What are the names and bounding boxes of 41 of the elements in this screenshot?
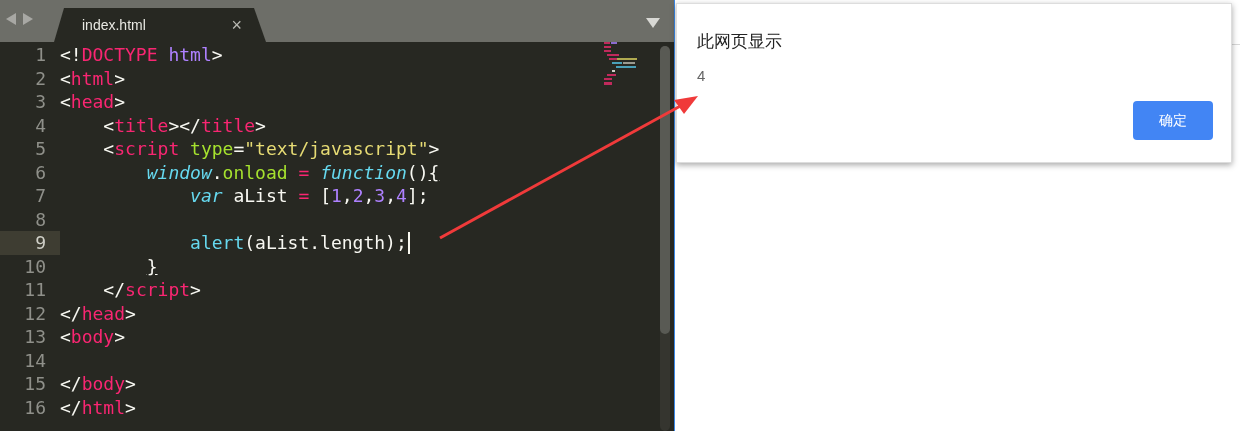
- code-line: <html>: [60, 66, 126, 90]
- code-line: </body>: [60, 372, 136, 396]
- line-number: 15: [23, 372, 47, 396]
- code-line: </script>: [102, 278, 201, 302]
- code-line: var aList = [1,2,3,4];: [189, 184, 429, 208]
- line-number: 2: [34, 66, 47, 90]
- code-line: }: [145, 254, 158, 278]
- line-number: 8: [34, 207, 47, 231]
- line-number: 10: [23, 254, 47, 278]
- line-number: 7: [34, 184, 47, 208]
- line-number: 6: [34, 160, 47, 184]
- close-icon[interactable]: ×: [231, 16, 242, 34]
- line-number: 1: [34, 43, 47, 67]
- dialog-message: 4: [697, 67, 706, 84]
- line-number: 3: [34, 90, 47, 114]
- line-number: 14: [23, 348, 47, 372]
- code-line: </head>: [60, 301, 136, 325]
- forward-arrow-icon[interactable]: [22, 12, 34, 26]
- dropdown-arrow-icon[interactable]: [646, 18, 660, 28]
- scrollbar-thumb[interactable]: [660, 46, 670, 334]
- line-number: 12: [23, 301, 47, 325]
- code-line: <body>: [60, 325, 126, 349]
- file-tab[interactable]: index.html ×: [54, 8, 266, 42]
- text-cursor: [407, 231, 410, 254]
- code-line: window.onload = function(){: [145, 160, 440, 184]
- code-line: <script type="text/javascript">: [102, 137, 440, 161]
- code-line: </html>: [60, 395, 136, 419]
- code-line: <!DOCTYPE html>: [60, 43, 223, 67]
- dialog-title: 此网页显示: [697, 31, 783, 53]
- minimap-drawing[interactable]: [604, 42, 638, 86]
- code-line: <title></title>: [102, 113, 266, 137]
- line-number: 4: [34, 113, 47, 137]
- ok-button[interactable]: 确定: [1133, 101, 1213, 140]
- line-number: 11: [23, 278, 47, 302]
- code-line: alert(aList.length);: [189, 231, 407, 255]
- back-arrow-icon[interactable]: [5, 12, 17, 26]
- line-number: 13: [23, 325, 47, 349]
- code-line: <head>: [60, 90, 126, 114]
- line-number: 16: [23, 395, 47, 419]
- line-number: 9: [0, 231, 60, 255]
- line-number: 5: [34, 137, 47, 161]
